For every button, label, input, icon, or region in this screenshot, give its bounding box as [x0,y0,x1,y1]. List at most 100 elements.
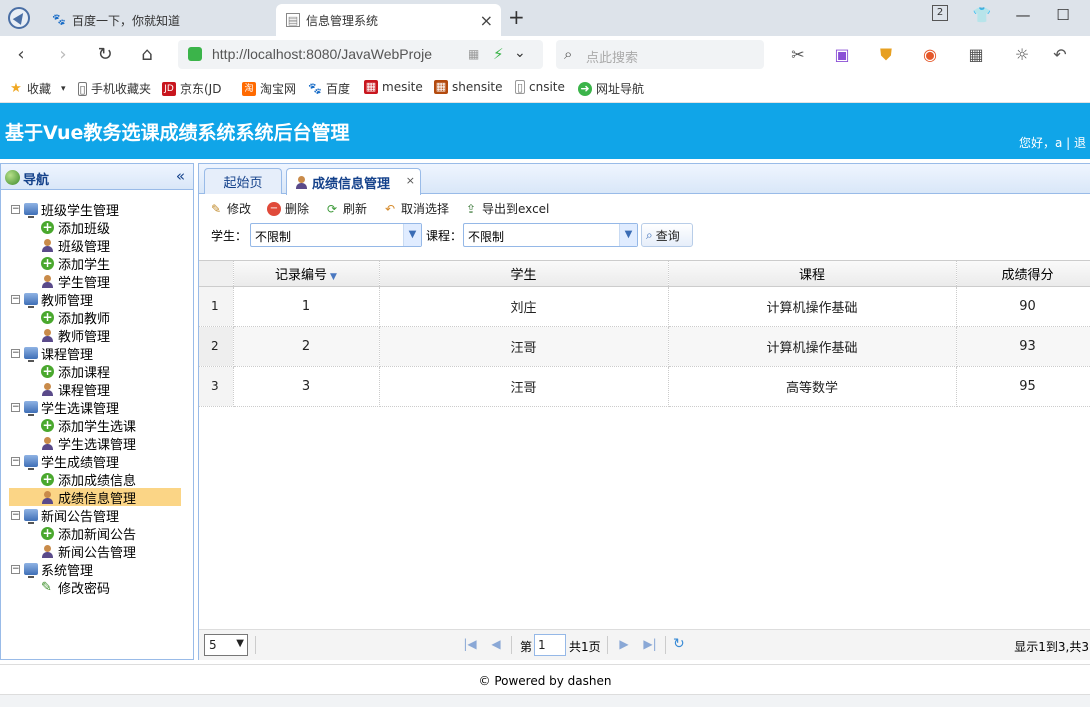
refresh-button[interactable]: ⟳ 刷新 [325,200,367,217]
browser-tab-active[interactable]: ▤ 信息管理系统 × [276,4,501,36]
apps-icon[interactable]: ▦ [964,45,988,65]
chevron-down-icon[interactable]: ▾ [61,84,66,94]
nav-item[interactable]: 课程管理 [1,380,193,399]
maximize-button[interactable]: ☐ [1053,6,1073,24]
user-greeting[interactable]: 您好，a | 退 [1019,134,1086,151]
address-url[interactable]: http://localhost:8080/JavaWebProje [212,46,432,62]
chevron-down-icon[interactable]: ▼ [619,224,637,246]
nav-group[interactable]: − 新闻公告管理 [1,506,193,525]
cell-score[interactable]: 90 [956,286,1090,327]
home-icon[interactable]: ⌂ [136,44,158,66]
export-excel-button[interactable]: ⇪ 导出到excel [464,200,549,217]
gamepad-icon[interactable]: ◉ [918,45,942,65]
chevron-down-icon[interactable]: ⌄ [514,45,526,61]
bookmark-taobao[interactable]: 淘 淘宝网 [242,80,296,97]
collapse-toggle-icon[interactable]: − [11,204,20,214]
browser-tab-baidu[interactable]: 🐾 百度一下，你就知道 [42,4,272,36]
nav-item[interactable]: + 添加学生 [1,254,193,273]
lightning-icon[interactable]: ⚡ [493,45,504,63]
forward-icon[interactable]: › [52,44,74,66]
shirt-icon[interactable]: 👕 [972,6,992,24]
first-page-icon[interactable]: |◀ [463,637,477,651]
bookmark-cnsite[interactable]: ▯ cnsite [515,80,565,94]
student-select[interactable]: 不限制 ▼ [250,223,422,247]
table-row[interactable]: 3 3 汪哥 高等数学 95 [199,366,1090,407]
search-box[interactable]: ⌕ 点此搜索 [556,40,764,69]
collapse-icon[interactable]: « [176,167,185,185]
bookmark-favorites[interactable]: ★ 收藏 ▾ [9,80,66,97]
cell-id[interactable]: 1 [233,286,380,327]
cell-course[interactable]: 计算机操作基础 [668,326,957,367]
nav-item[interactable]: 成绩信息管理 [9,488,181,507]
cell-score[interactable]: 93 [956,326,1090,367]
nav-item[interactable]: + 添加学生选课 [1,416,193,435]
minimize-button[interactable]: — [1013,6,1033,24]
refresh-icon[interactable]: ↻ [673,636,685,652]
query-button[interactable]: ⌕ 查询 [641,223,693,247]
bookmark-jd[interactable]: JD 京东(JD [162,80,221,97]
prev-page-icon[interactable]: ◀ [489,637,503,651]
page-number-input[interactable]: 1 [534,634,566,656]
apps-grid-icon[interactable]: ▦ [468,47,479,61]
scissors-icon[interactable]: ✂ [786,45,810,65]
column-header-id[interactable]: 记录编号 ▼ [233,261,380,287]
nav-item[interactable]: + 添加教师 [1,308,193,327]
bookmark-mesite[interactable]: ▦ mesite [364,80,423,94]
nav-group[interactable]: − 系统管理 [1,560,193,579]
next-page-icon[interactable]: ▶ [617,637,631,651]
column-header-course[interactable]: 课程 [668,261,957,287]
bookmark-mobile[interactable]: ▯ 手机收藏夹 [78,80,151,97]
cell-student[interactable]: 汪哥 [379,326,669,367]
nav-item[interactable]: 新闻公告管理 [1,542,193,561]
last-page-icon[interactable]: ▶| [643,637,657,651]
browser-logo-icon[interactable] [8,7,30,29]
reload-icon[interactable]: ↻ [94,44,116,66]
bookmark-shensite[interactable]: ▦ shensite [434,80,503,94]
cell-student[interactable]: 刘庄 [379,286,669,327]
column-header-score[interactable]: 成绩得分 [956,261,1090,287]
back-icon[interactable]: ‹ [10,44,32,66]
nav-item[interactable]: + 添加班级 [1,218,193,237]
nav-group[interactable]: − 教师管理 [1,290,193,309]
nav-group[interactable]: − 学生成绩管理 [1,452,193,471]
translate-icon[interactable]: ▣ [830,45,854,65]
table-row[interactable]: 1 1 刘庄 计算机操作基础 90 [199,286,1090,327]
nav-group[interactable]: − 课程管理 [1,344,193,363]
collapse-toggle-icon[interactable]: − [11,564,20,574]
table-row[interactable]: 2 2 汪哥 计算机操作基础 93 [199,326,1090,367]
nav-item[interactable]: + 添加新闻公告 [1,524,193,543]
edit-button[interactable]: ✎ 修改 [209,200,251,217]
close-tab-icon[interactable]: × [480,11,493,30]
chevron-down-icon[interactable]: ▼ [403,224,421,246]
nav-group[interactable]: − 学生选课管理 [1,398,193,417]
undo-icon[interactable]: ↶ [1048,45,1072,65]
cell-student[interactable]: 汪哥 [379,366,669,407]
nav-item[interactable]: 班级管理 [1,236,193,255]
nav-item[interactable]: 学生管理 [1,272,193,291]
cell-score[interactable]: 95 [956,366,1090,407]
nav-item[interactable]: 学生选课管理 [1,434,193,453]
new-tab-button[interactable]: + [508,5,525,29]
collapse-toggle-icon[interactable]: − [11,348,20,358]
cell-id[interactable]: 3 [233,366,380,407]
close-icon[interactable]: × [406,174,415,187]
tab-home[interactable]: 起始页 [204,168,282,194]
bookmark-baidu[interactable]: 🐾 百度 [308,80,350,97]
page-size-select[interactable]: 5 ▼ [204,634,248,656]
bookmark-nav[interactable]: ➜ 网址导航 [578,80,644,97]
cancel-select-button[interactable]: ↶ 取消选择 [383,200,449,217]
collapse-toggle-icon[interactable]: − [11,510,20,520]
collapse-toggle-icon[interactable]: − [11,294,20,304]
course-select[interactable]: 不限制 ▼ [463,223,638,247]
nav-item[interactable]: + 添加课程 [1,362,193,381]
address-bar[interactable]: http://localhost:8080/JavaWebProje ▦ ⚡ ⌄ [178,40,543,69]
nav-group[interactable]: − 班级学生管理 [1,200,193,219]
tab-score-management[interactable]: 成绩信息管理 × [286,168,421,195]
cell-id[interactable]: 2 [233,326,380,367]
tab-count-badge[interactable]: 2 [932,5,948,21]
delete-button[interactable]: − 删除 [267,200,309,217]
cell-course[interactable]: 计算机操作基础 [668,286,957,327]
column-header-student[interactable]: 学生 [379,261,669,287]
nav-item[interactable]: 教师管理 [1,326,193,345]
nav-item[interactable]: + 添加成绩信息 [1,470,193,489]
